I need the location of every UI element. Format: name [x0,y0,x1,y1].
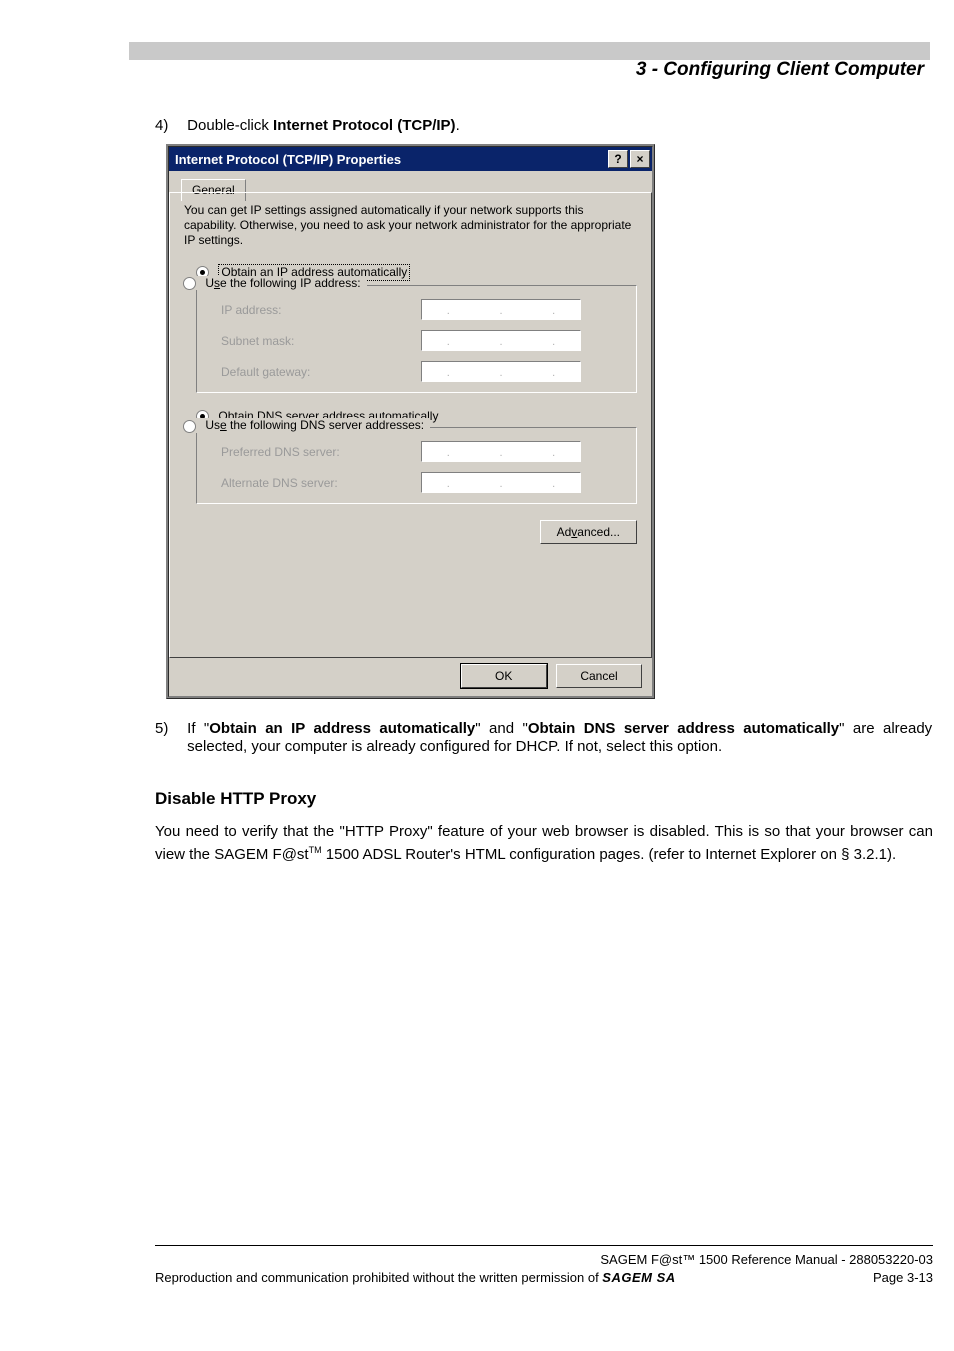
advanced-button[interactable]: Advanced... [540,520,637,544]
radio-icon [183,277,196,290]
chapter-title: 3 - Configuring Client Computer [129,59,930,81]
help-icon: ? [614,152,621,166]
step-4-text-post: . [456,117,460,134]
input-alternate-dns[interactable]: ... [421,472,581,493]
label-ip-address: IP address: [221,303,421,317]
ip-group: Use the following IP address: IP address… [196,285,637,393]
step-4: 4) Double-click Internet Protocol (TCP/I… [155,117,460,134]
titlebar-close-button[interactable]: × [630,150,650,168]
label-default-gateway: Default gateway: [221,365,421,379]
page-number: Page 3-13 [873,1270,933,1285]
step-5: 5) If "Obtain an IP address automaticall… [155,720,933,756]
cancel-button[interactable]: Cancel [556,664,642,688]
intro-text: You can get IP settings assigned automat… [184,203,637,248]
dialog-title: Internet Protocol (TCP/IP) Properties [175,152,401,167]
input-subnet-mask[interactable]: ... [421,330,581,351]
input-default-gateway[interactable]: ... [421,361,581,382]
step-4-number: 4) [155,117,183,134]
footer-line-2: Reproduction and communication prohibite… [155,1270,933,1285]
radio-use-static-ip-label: Use the following IP address: [205,276,360,290]
step-5-number: 5) [155,720,183,738]
input-ip-address[interactable]: ... [421,299,581,320]
input-preferred-dns[interactable]: ... [421,441,581,462]
radio-use-static-dns-label: Use the following DNS server addresses: [205,418,424,432]
paragraph-http-proxy: You need to verify that the "HTTP Proxy"… [155,823,933,864]
sheet-header-band [129,42,930,60]
titlebar-help-button[interactable]: ? [608,150,628,168]
footer-rule [155,1245,933,1246]
dialog-body: General You can get IP settings assigned… [169,171,652,696]
heading-disable-http-proxy: Disable HTTP Proxy [155,789,316,809]
radio-use-static-ip[interactable]: Use the following IP address: [183,276,367,290]
tcpip-properties-dialog: Internet Protocol (TCP/IP) Properties ? … [166,144,655,699]
step-4-text-bold: Internet Protocol (TCP/IP) [273,117,456,134]
footer-line-1: SAGEM F@st™ 1500 Reference Manual - 2880… [155,1252,933,1267]
radio-use-static-dns[interactable]: Use the following DNS server addresses: [183,418,430,432]
label-alternate-dns: Alternate DNS server: [221,476,421,490]
dns-group: Use the following DNS server addresses: … [196,427,637,504]
label-preferred-dns: Preferred DNS server: [221,445,421,459]
close-icon: × [636,152,643,166]
tab-sheet-general: You can get IP settings assigned automat… [169,192,652,658]
dialog-titlebar: Internet Protocol (TCP/IP) Properties ? … [169,147,652,171]
ok-button[interactable]: OK [461,664,547,688]
radio-icon [183,420,196,433]
step-4-text-pre: Double-click [187,117,273,134]
label-subnet-mask: Subnet mask: [221,334,421,348]
